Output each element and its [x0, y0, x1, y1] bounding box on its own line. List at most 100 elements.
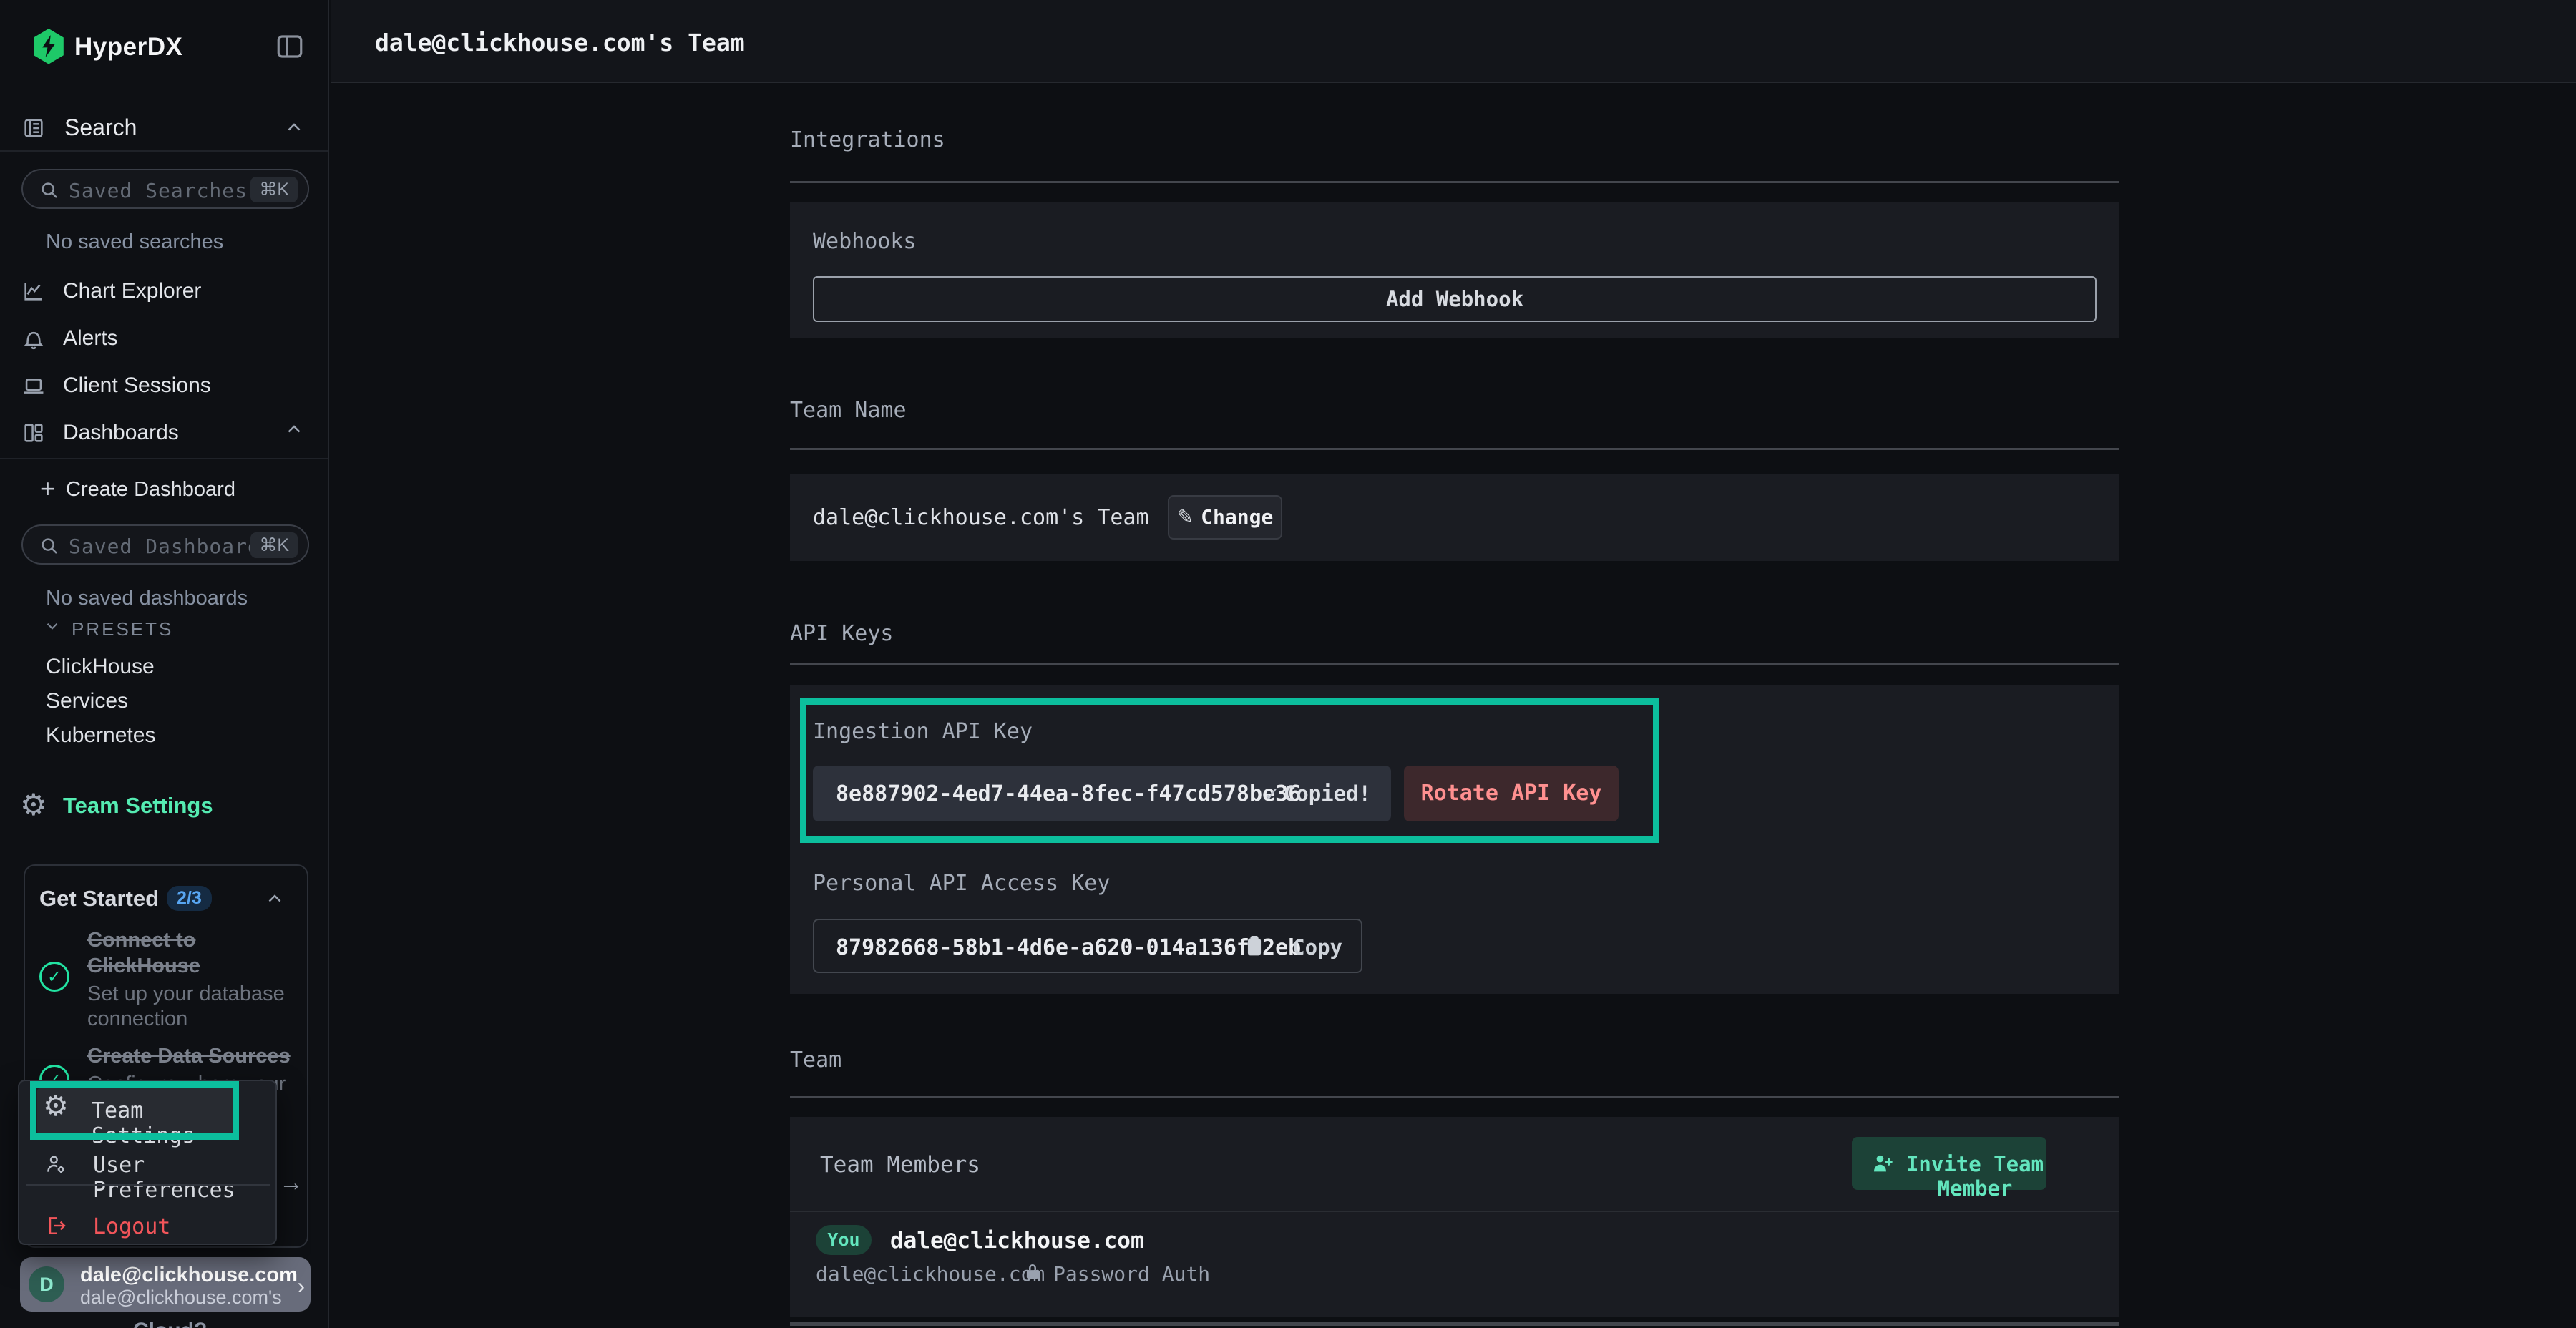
api-keys-heading: API Keys	[790, 621, 894, 646]
bell-icon	[21, 326, 46, 351]
change-label: Change	[1201, 505, 1273, 529]
create-dashboard-button[interactable]: + Create Dashboard	[36, 477, 308, 505]
webhooks-label: Webhooks	[813, 229, 917, 254]
section-divider	[790, 1096, 2119, 1098]
chart-explorer-icon	[21, 279, 46, 303]
create-dashboard-label: Create Dashboard	[66, 478, 235, 502]
you-badge: You	[816, 1225, 872, 1255]
saved-searches-input[interactable]: Saved Searches ⌘K	[21, 169, 309, 209]
search-section-label: Search	[64, 114, 137, 141]
topbar: dale@clickhouse.com's Team	[331, 0, 2576, 83]
hyperdx-app: HyperDX Search Sav	[0, 0, 2576, 1328]
clipboard-icon	[1242, 934, 1268, 960]
saved-dashboards-input[interactable]: Saved Dashboards ⌘K	[21, 524, 309, 565]
shortcut-badge: ⌘K	[250, 177, 298, 202]
saved-searches-placeholder: Saved Searches	[69, 179, 248, 202]
section-divider	[790, 1322, 2119, 1326]
section-divider	[790, 448, 2119, 450]
dashboards-icon	[21, 421, 46, 445]
search-icon	[39, 180, 60, 201]
search-section-header[interactable]: Search	[0, 116, 329, 159]
clipped-cloud-text: Cloud?	[133, 1319, 207, 1328]
member-email: dale@clickhouse.com	[816, 1262, 1045, 1286]
add-webhook-button[interactable]: Add Webhook	[813, 276, 2097, 322]
personal-api-key-label: Personal API Access Key	[813, 871, 1110, 896]
brand-row: HyperDX	[0, 0, 329, 93]
user-plus-icon	[1870, 1151, 1895, 1176]
chevron-up-icon[interactable]	[264, 889, 286, 910]
get-started-progress-badge: 2/3	[167, 886, 212, 911]
laptop-icon	[21, 374, 46, 398]
invite-team-member-button[interactable]: Invite Team Member	[1852, 1137, 2046, 1190]
logout-icon	[44, 1214, 67, 1237]
annotation-box-team-settings	[30, 1081, 239, 1140]
personal-key-value: 87982668-58b1-4d6e-a620-014a136f52eb	[836, 935, 1301, 960]
chevron-down-icon	[43, 617, 64, 638]
personal-key-field[interactable]: 87982668-58b1-4d6e-a620-014a136f52eb Cop…	[813, 919, 1362, 973]
sidebar-collapse-icon[interactable]	[275, 31, 305, 62]
preset-clickhouse[interactable]: ClickHouse	[46, 655, 155, 679]
sidebar-item-client-sessions[interactable]: Client Sessions	[0, 371, 329, 405]
presets-label: PRESETS	[72, 618, 173, 640]
pencil-icon: ✎	[1177, 506, 1194, 528]
member-name: dale@clickhouse.com	[890, 1228, 1144, 1254]
user-gear-icon	[44, 1153, 67, 1176]
hyperdx-logo-icon	[31, 29, 66, 64]
preset-services[interactable]: Services	[46, 689, 128, 713]
section-divider	[790, 181, 2119, 183]
divider	[0, 150, 328, 152]
get-started-item-title[interactable]: Create Data Sources	[87, 1043, 291, 1069]
copy-label: Copy	[1292, 935, 1342, 960]
sidebar-item-chart-explorer[interactable]: Chart Explorer	[0, 276, 329, 311]
chevron-right-icon: ›	[297, 1273, 305, 1299]
brand-name: HyperDX	[74, 33, 182, 62]
user-account-button[interactable]: D dale@clickhouse.com dale@clickhouse.co…	[20, 1257, 311, 1312]
lock-icon	[1022, 1261, 1045, 1284]
invite-label: Invite Team Member	[1903, 1152, 2046, 1201]
search-section-icon	[21, 116, 46, 140]
nav-label: Chart Explorer	[63, 279, 201, 303]
no-saved-dashboards-note: No saved dashboards	[46, 587, 248, 610]
change-team-name-button[interactable]: ✎ Change	[1168, 495, 1282, 540]
chevron-up-icon[interactable]	[283, 419, 305, 441]
saved-dashboards-placeholder: Saved Dashboards	[69, 534, 273, 558]
sidebar-item-dashboards[interactable]: Dashboards	[0, 418, 329, 452]
divider	[0, 458, 328, 459]
menu-item-label: Logout	[93, 1214, 170, 1239]
auth-method-label: Password Auth	[1053, 1262, 1210, 1286]
team-name-value: dale@clickhouse.com's Team	[813, 505, 1149, 530]
nav-label: Alerts	[63, 326, 118, 351]
nav-label: Dashboards	[63, 421, 179, 445]
team-heading: Team	[790, 1048, 841, 1073]
plus-icon: +	[40, 474, 55, 504]
search-icon	[39, 535, 60, 557]
menu-item-label: User Preferences	[93, 1153, 260, 1203]
get-started-item-subtitle: Set up your database connection	[87, 982, 302, 1032]
team-settings-label: Team Settings	[63, 793, 213, 819]
team-members-label: Team Members	[820, 1152, 980, 1178]
annotation-box-ingestion-key	[800, 698, 1659, 843]
team-name-heading: Team Name	[790, 398, 907, 423]
avatar: D	[29, 1266, 64, 1302]
section-divider	[790, 663, 2119, 665]
integrations-heading: Integrations	[790, 127, 945, 152]
row-divider	[790, 1211, 2119, 1212]
menu-divider	[26, 1184, 270, 1186]
user-name: dale@clickhouse.com	[80, 1264, 298, 1287]
user-team: dale@clickhouse.com's	[80, 1286, 282, 1309]
sidebar-item-team-settings[interactable]: ⚙ Team Settings	[0, 791, 329, 826]
no-saved-searches-note: No saved searches	[46, 230, 223, 254]
nav-label: Client Sessions	[63, 374, 211, 398]
gear-icon: ⚙	[20, 787, 47, 822]
check-circle-icon: ✓	[39, 962, 69, 992]
menu-item-user-preferences[interactable]: User Preferences	[37, 1144, 260, 1184]
get-started-item-title[interactable]: Connect to ClickHouse	[87, 927, 298, 979]
chevron-up-icon[interactable]	[283, 117, 305, 139]
arrow-right-icon[interactable]: →	[279, 1169, 303, 1197]
page-title: dale@clickhouse.com's Team	[375, 29, 745, 57]
sidebar: HyperDX Search Sav	[0, 0, 329, 1328]
preset-kubernetes[interactable]: Kubernetes	[46, 723, 155, 748]
sidebar-item-alerts[interactable]: Alerts	[0, 323, 329, 358]
menu-item-logout[interactable]: Logout	[37, 1206, 260, 1246]
shortcut-badge: ⌘K	[250, 532, 298, 558]
